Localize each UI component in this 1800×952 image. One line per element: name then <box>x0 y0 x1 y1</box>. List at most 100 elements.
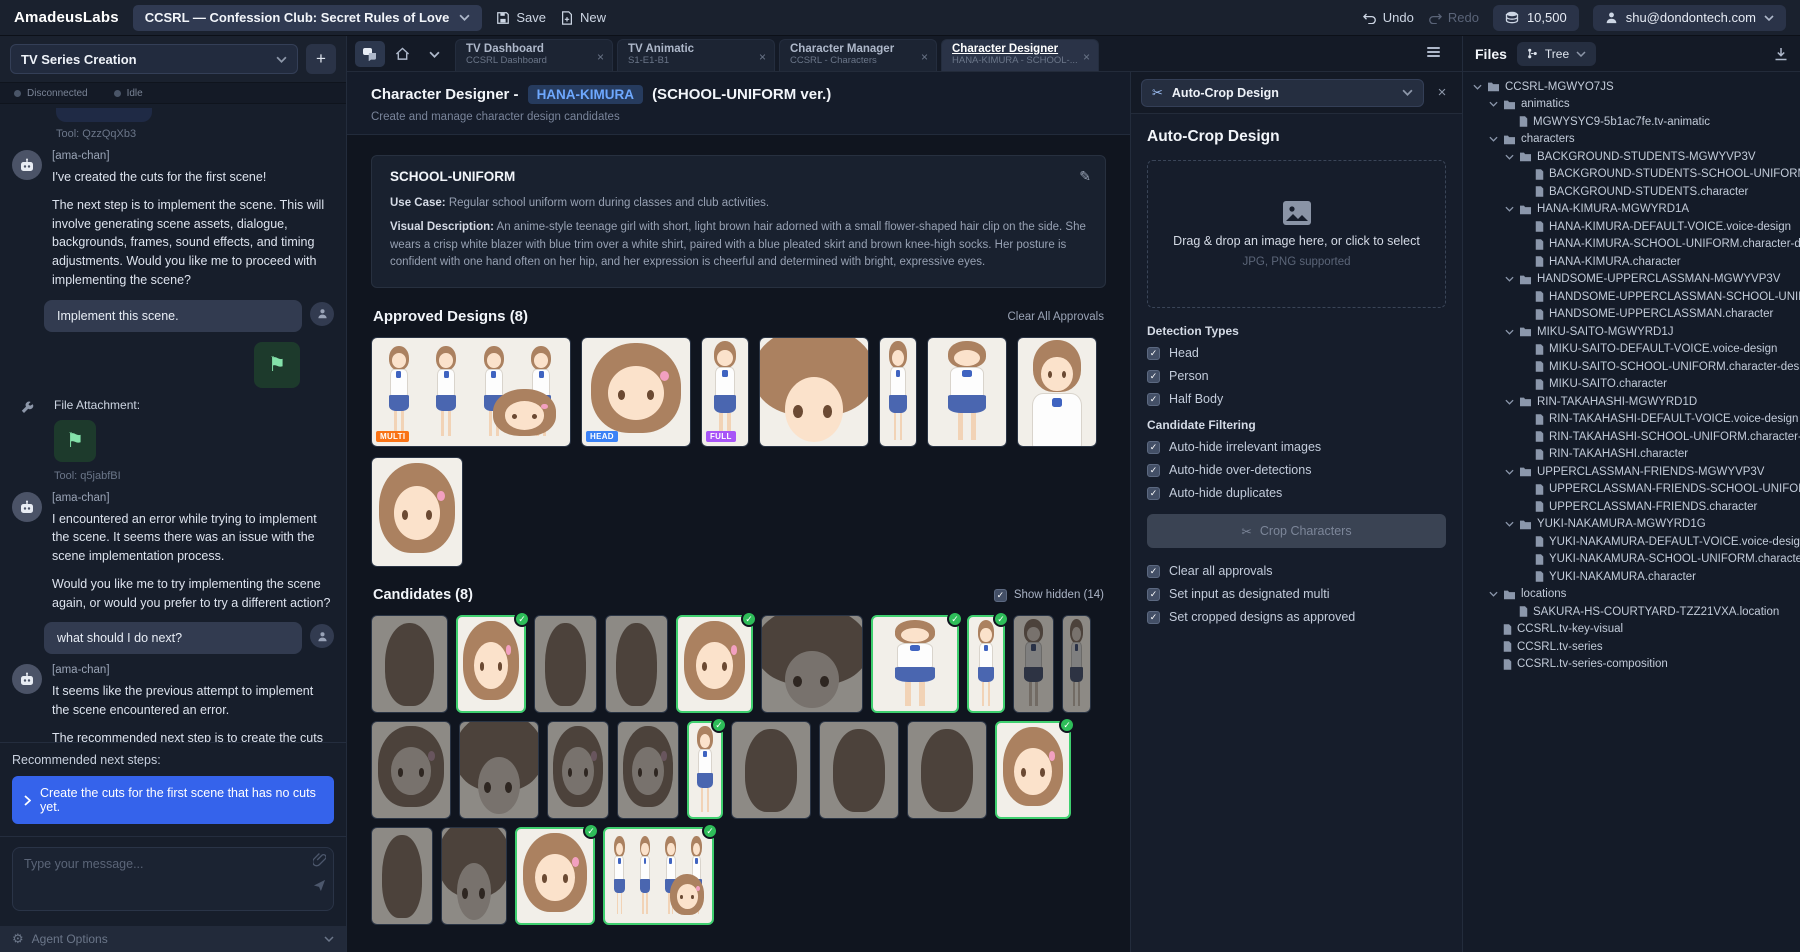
workspace-selector[interactable]: TV Series Creation <box>10 44 298 74</box>
candidate-thumbnail[interactable] <box>907 721 987 819</box>
new-workspace-button[interactable]: + <box>306 44 336 74</box>
approved-design-thumbnail[interactable] <box>759 337 869 447</box>
candidate-thumbnail[interactable] <box>819 721 899 819</box>
chevron-down-icon[interactable] <box>1505 329 1514 335</box>
tree-file-row[interactable]: HANA-KIMURA-DEFAULT-VOICE.voice-design <box>1463 218 1800 236</box>
user-menu[interactable]: shu@dondontech.com <box>1593 5 1786 31</box>
chevron-down-icon[interactable] <box>1489 101 1498 107</box>
tree-file-row[interactable]: HANA-KIMURA-SCHOOL-UNIFORM.character-des… <box>1463 236 1800 254</box>
post-crop-option[interactable]: ✓Set cropped designs as approved <box>1147 610 1446 624</box>
candidate-thumbnail[interactable]: ✓ <box>871 615 959 713</box>
chat-panel-toggle[interactable] <box>355 41 385 67</box>
edit-icon[interactable]: ✎ <box>1079 168 1091 185</box>
post-crop-option-checkbox[interactable]: ✓ <box>1147 611 1160 624</box>
tree-file-row[interactable]: BACKGROUND-STUDENTS-SCHOOL-UNIFORM.chara… <box>1463 166 1800 184</box>
tree-file-row[interactable]: RIN-TAKAHASHI-DEFAULT-VOICE.voice-design <box>1463 411 1800 429</box>
candidate-thumbnail[interactable] <box>459 721 539 819</box>
chevron-down-icon[interactable] <box>1505 154 1514 160</box>
tree-file-row[interactable]: YUKI-NAKAMURA.character <box>1463 568 1800 586</box>
approved-design-thumbnail[interactable] <box>879 337 917 447</box>
tree-file-row[interactable]: MIKU-SAITO-SCHOOL-UNIFORM.character-desi… <box>1463 358 1800 376</box>
filtering-option[interactable]: ✓Auto-hide irrelevant images <box>1147 440 1446 454</box>
tree-file-row[interactable]: CCSRL.tv-key-visual <box>1463 621 1800 639</box>
candidate-thumbnail[interactable]: ✓ <box>995 721 1071 819</box>
candidate-thumbnail[interactable]: ✓ <box>967 615 1005 713</box>
tree-file-row[interactable]: CCSRL.tv-series <box>1463 638 1800 656</box>
tree-folder-row[interactable]: HANA-KIMURA-MGWYRD1A <box>1463 201 1800 219</box>
tree-file-row[interactable]: YUKI-NAKAMURA-DEFAULT-VOICE.voice-design <box>1463 533 1800 551</box>
show-hidden-checkbox[interactable]: ✓ <box>994 589 1007 602</box>
candidate-thumbnail[interactable] <box>547 721 609 819</box>
filtering-option-checkbox[interactable]: ✓ <box>1147 441 1160 454</box>
tab-character-manager[interactable]: Character ManagerCCSRL - Characters× <box>779 39 937 71</box>
candidate-thumbnail[interactable] <box>605 615 668 713</box>
approved-design-thumbnail[interactable]: FULL <box>701 337 749 447</box>
tab-close-icon[interactable]: × <box>597 50 604 64</box>
tree-file-row[interactable]: MGWYSYC9-5b1ac7fe.tv-animatic <box>1463 113 1800 131</box>
tab-tv-animatic[interactable]: TV AnimaticS1-E1-B1× <box>617 39 775 71</box>
approved-design-thumbnail[interactable]: MULTI <box>371 337 571 447</box>
candidate-thumbnail[interactable] <box>761 615 863 713</box>
post-crop-option[interactable]: ✓Clear all approvals <box>1147 564 1446 578</box>
tree-folder-row[interactable]: CCSRL-MGWYO7JS <box>1463 78 1800 96</box>
show-hidden-toggle[interactable]: ✓ Show hidden (14) <box>994 589 1104 602</box>
tree-folder-row[interactable]: UPPERCLASSMAN-FRIENDS-MGWYVP3V <box>1463 463 1800 481</box>
redo-button[interactable]: Redo <box>1428 10 1479 25</box>
filtering-option[interactable]: ✓Auto-hide duplicates <box>1147 486 1446 500</box>
post-crop-option-checkbox[interactable]: ✓ <box>1147 565 1160 578</box>
candidate-thumbnail[interactable] <box>617 721 679 819</box>
chevron-down-icon[interactable] <box>1473 84 1482 90</box>
candidate-thumbnail[interactable] <box>371 615 448 713</box>
credits-balance[interactable]: 10,500 <box>1493 5 1579 31</box>
undo-button[interactable]: Undo <box>1363 10 1414 25</box>
tree-file-row[interactable]: RIN-TAKAHASHI-SCHOOL-UNIFORM.character-d… <box>1463 428 1800 446</box>
detection-option-checkbox[interactable]: ✓ <box>1147 347 1160 360</box>
candidate-thumbnail[interactable] <box>441 827 507 925</box>
candidate-thumbnail[interactable] <box>1013 615 1054 713</box>
tree-folder-row[interactable]: HANDSOME-UPPERCLASSMAN-MGWYVP3V <box>1463 271 1800 289</box>
chevron-down-icon[interactable] <box>1489 136 1498 142</box>
tool-selector[interactable]: ✂ Auto-Crop Design <box>1141 79 1424 107</box>
view-mode-selector[interactable]: Tree <box>1517 42 1596 66</box>
candidate-thumbnail[interactable] <box>1062 615 1091 713</box>
crop-characters-button[interactable]: ✂ Crop Characters <box>1147 514 1446 548</box>
tree-folder-row[interactable]: characters <box>1463 131 1800 149</box>
tree-file-row[interactable]: SAKURA-HS-COURTYARD-TZZ21VXA.location <box>1463 603 1800 621</box>
close-panel-button[interactable]: × <box>1432 84 1452 101</box>
filtering-option-checkbox[interactable]: ✓ <box>1147 464 1160 477</box>
tree-file-row[interactable]: BACKGROUND-STUDENTS.character <box>1463 183 1800 201</box>
detection-option[interactable]: ✓Head <box>1147 346 1446 360</box>
tree-folder-row[interactable]: locations <box>1463 586 1800 604</box>
tool-result-pill[interactable] <box>56 108 152 122</box>
chevron-down-icon[interactable] <box>1505 521 1514 527</box>
detection-option[interactable]: ✓Person <box>1147 369 1446 383</box>
chevron-down-icon[interactable] <box>1505 276 1514 282</box>
post-crop-option-checkbox[interactable]: ✓ <box>1147 588 1160 601</box>
tree-file-row[interactable]: MIKU-SAITO.character <box>1463 376 1800 394</box>
detection-option-checkbox[interactable]: ✓ <box>1147 393 1160 406</box>
candidate-thumbnail[interactable]: ✓ <box>456 615 526 713</box>
tree-file-row[interactable]: UPPERCLASSMAN-FRIENDS-SCHOOL-UNIFORM.cha… <box>1463 481 1800 499</box>
chevron-down-icon[interactable] <box>1505 206 1514 212</box>
tree-file-row[interactable]: YUKI-NAKAMURA-SCHOOL-UNIFORM.character-d… <box>1463 551 1800 569</box>
tree-folder-row[interactable]: MIKU-SAITO-MGWYRD1J <box>1463 323 1800 341</box>
candidate-thumbnail[interactable] <box>371 827 433 925</box>
tree-file-row[interactable]: CCSRL.tv-series-composition <box>1463 656 1800 674</box>
paperclip-icon[interactable] <box>313 853 326 867</box>
send-icon[interactable] <box>313 879 326 892</box>
detection-option[interactable]: ✓Half Body <box>1147 392 1446 406</box>
flag-result-button[interactable]: ⚑ <box>254 342 300 388</box>
tree-folder-row[interactable]: RIN-TAKAHASHI-MGWYRD1D <box>1463 393 1800 411</box>
candidate-thumbnail[interactable]: ✓ <box>515 827 595 925</box>
approved-design-thumbnail[interactable] <box>927 337 1007 447</box>
tab-character-designer[interactable]: Character DesignerHANA-KIMURA - SCHOOL-.… <box>941 39 1099 71</box>
clear-all-approvals-button[interactable]: Clear All Approvals <box>1007 311 1104 323</box>
panel-list-button[interactable] <box>1418 39 1448 65</box>
candidate-thumbnail[interactable]: ✓ <box>603 827 714 925</box>
chevron-down-icon[interactable] <box>1505 399 1514 405</box>
candidate-thumbnail[interactable] <box>534 615 597 713</box>
approved-design-thumbnail[interactable] <box>1017 337 1097 447</box>
download-button[interactable] <box>1774 47 1788 61</box>
tabs-dropdown-button[interactable] <box>419 41 449 67</box>
tree-file-row[interactable]: RIN-TAKAHASHI.character <box>1463 446 1800 464</box>
